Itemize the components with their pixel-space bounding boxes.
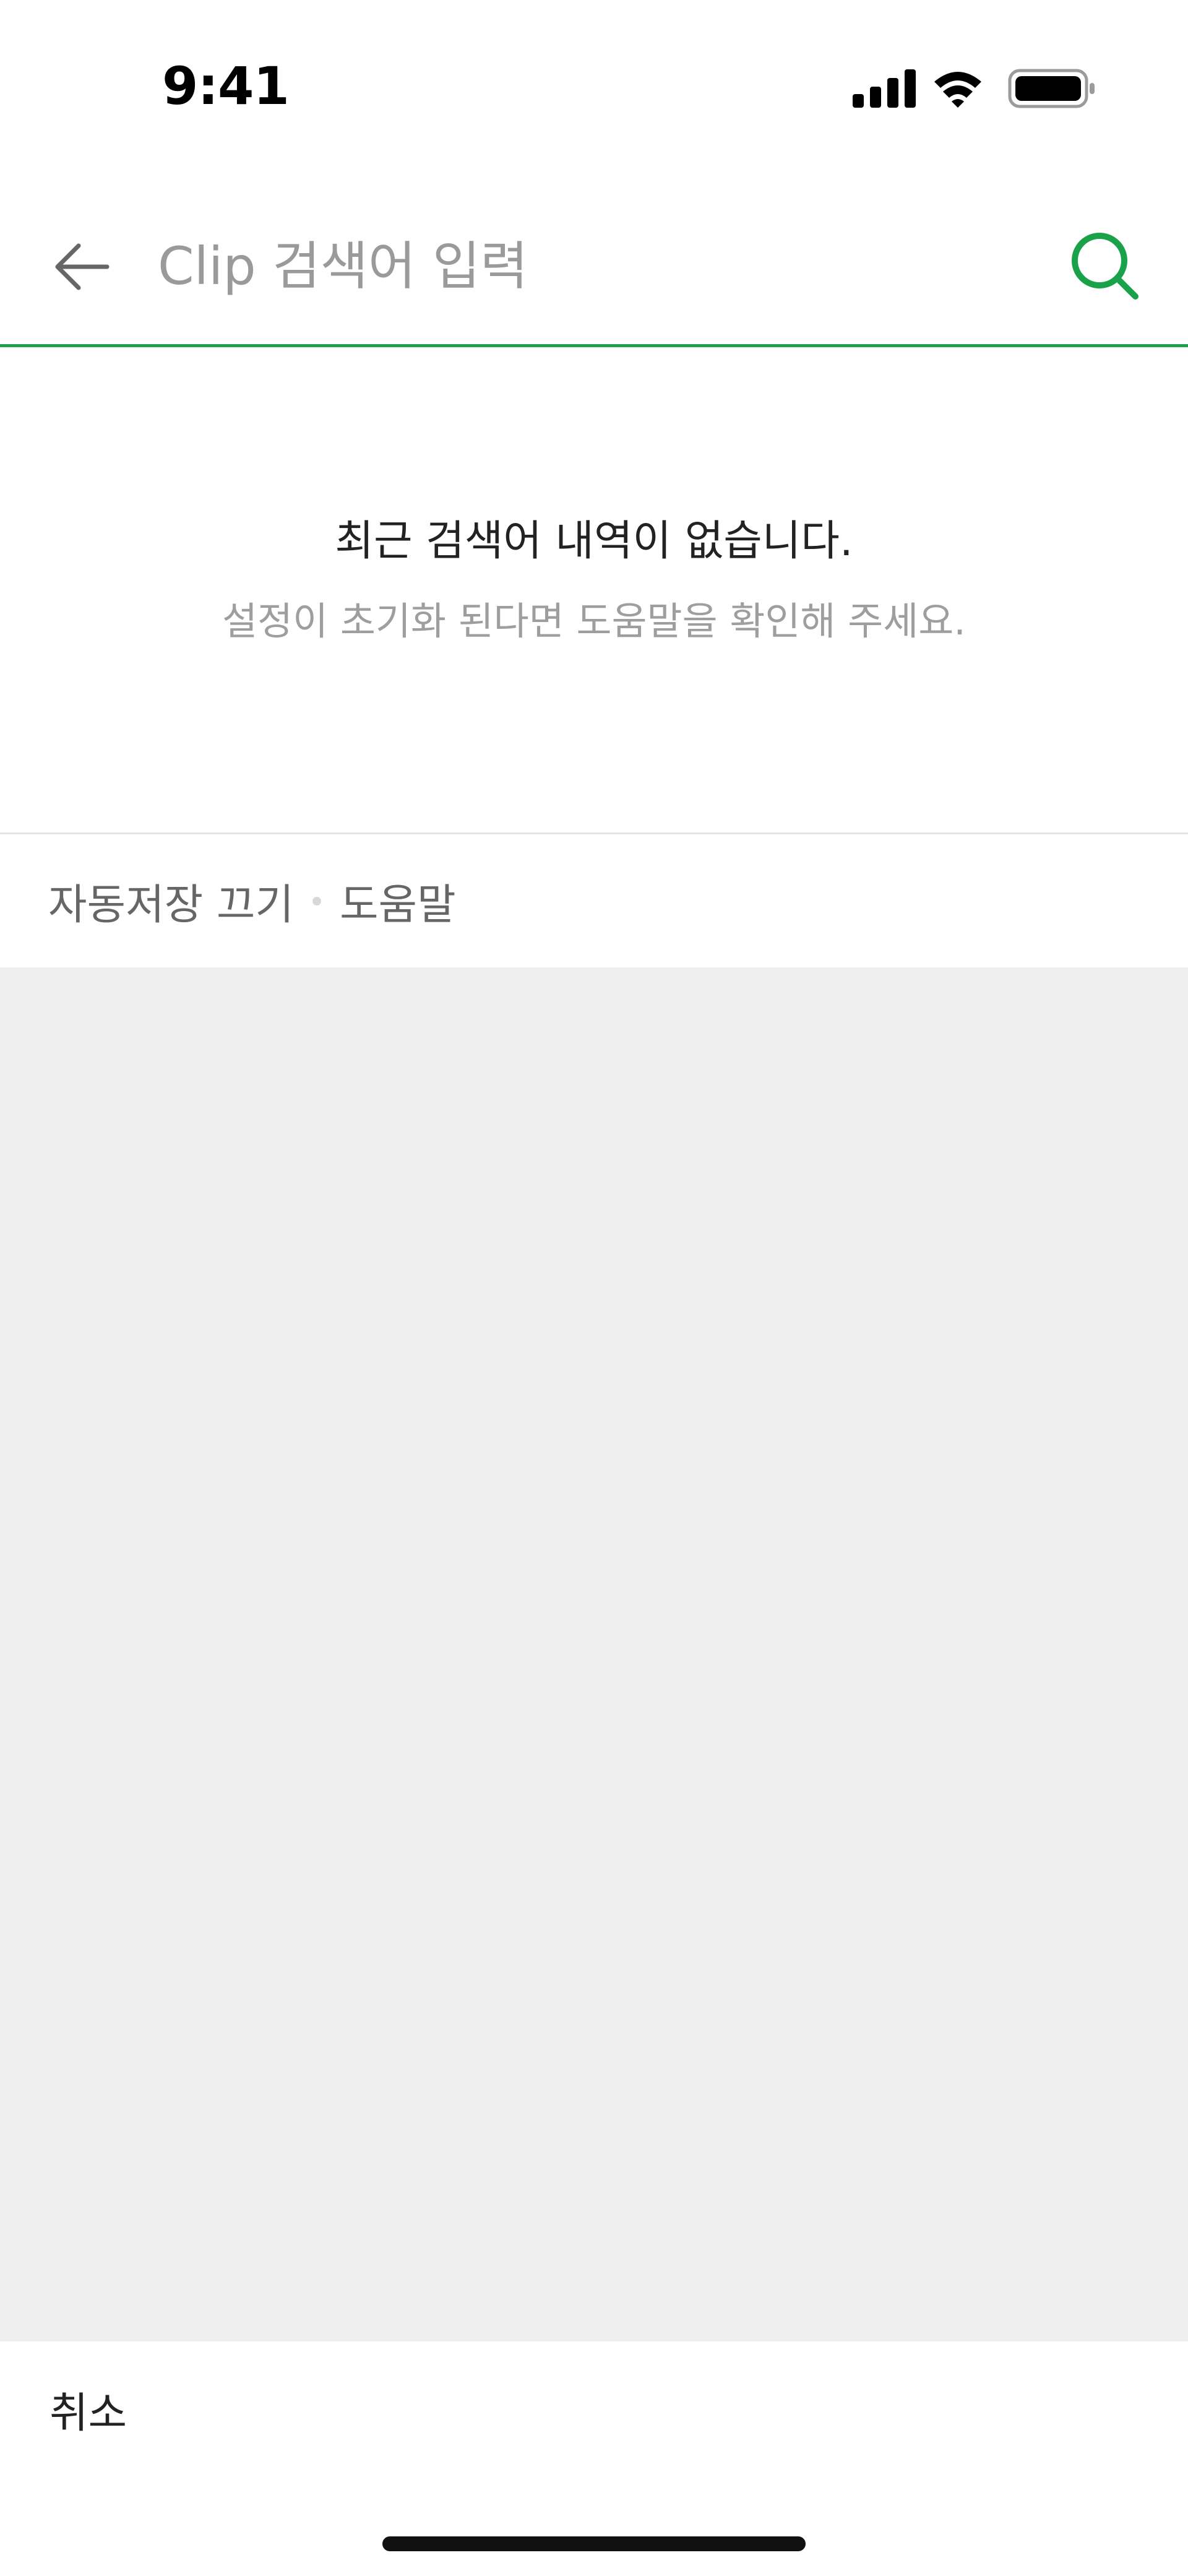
separator-dot <box>312 896 321 905</box>
status-time: 9:41 <box>162 56 290 116</box>
wifi-icon <box>934 72 981 108</box>
help-button[interactable]: 도움말 <box>340 870 456 931</box>
battery-icon <box>1008 69 1095 108</box>
empty-state-subtitle: 설정이 초기화 된다면 도움말을 확인해 주세요. <box>222 599 966 644</box>
autosave-off-button[interactable]: 자동저장 끄기 <box>48 870 294 931</box>
empty-state-title: 최근 검색어 내역이 없습니다. <box>335 517 853 566</box>
empty-state: 최근 검색어 내역이 없습니다. 설정이 초기화 된다면 도움말을 확인해 주세… <box>0 347 1188 832</box>
home-indicator <box>382 2536 806 2551</box>
search-input[interactable] <box>158 230 1024 302</box>
status-icons <box>853 67 1100 110</box>
dimmed-background <box>0 967 1188 2341</box>
arrow-left-icon <box>55 243 110 290</box>
cellular-signal-icon <box>853 69 916 108</box>
bottom-bar: 취소 <box>0 2341 1188 2576</box>
search-button[interactable] <box>1064 225 1145 306</box>
search-header <box>0 186 1188 345</box>
search-icon <box>1072 233 1138 300</box>
cancel-button[interactable]: 취소 <box>50 2379 127 2440</box>
back-button[interactable] <box>48 233 116 301</box>
search-options: 자동저장 끄기 도움말 <box>0 834 1188 967</box>
status-bar: 9:41 <box>0 0 1188 161</box>
